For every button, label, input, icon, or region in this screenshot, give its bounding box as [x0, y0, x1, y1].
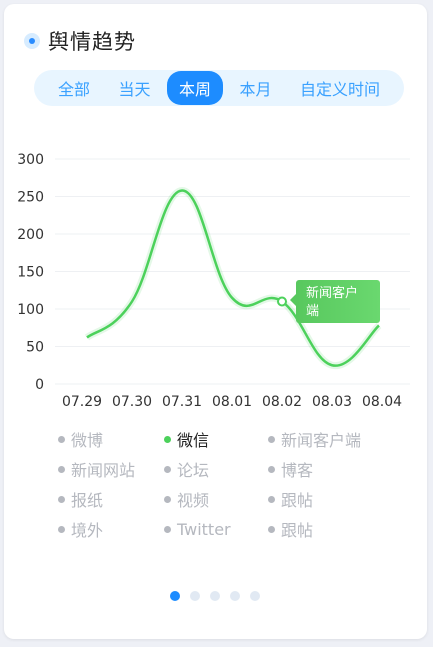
legend-label: 博客 — [281, 461, 314, 480]
x-tick-label: 08.02 — [262, 394, 302, 410]
legend-item-replies[interactable]: 跟帖 — [268, 487, 408, 511]
time-range-tabs: 全部 当天 本周 本月 自定义时间 — [34, 70, 404, 106]
card-header: 舆情趋势 — [24, 26, 136, 56]
legend-label: Twitter — [177, 519, 231, 539]
page-title: 舆情趋势 — [48, 30, 136, 54]
highlighted-point[interactable] — [277, 296, 287, 307]
y-tick-label: 300 — [17, 152, 44, 168]
tab-all[interactable]: 全部 — [46, 71, 102, 105]
page-dot-2[interactable] — [190, 591, 200, 601]
legend-label: 报纸 — [71, 491, 104, 510]
x-tick-label: 07.31 — [162, 394, 202, 410]
tab-custom-time[interactable]: 自定义时间 — [288, 71, 392, 105]
tooltip-value: 138 — [306, 322, 331, 337]
pagination-dots — [170, 591, 260, 601]
legend-label: 微信 — [177, 431, 210, 450]
legend-dot — [164, 435, 171, 443]
legend-dot — [268, 435, 275, 443]
legend-dot — [268, 525, 275, 533]
legend-dot — [164, 495, 171, 503]
chart-tooltip: 新闻客户端 138 — [290, 280, 380, 337]
y-tick-label: 200 — [17, 227, 44, 243]
legend-item-forum[interactable]: 论坛 — [164, 457, 268, 481]
x-tick-label: 08.03 — [312, 394, 352, 410]
chart-series — [84, 186, 382, 369]
legend-dot — [58, 435, 65, 443]
tooltip-title: 新闻客户端 — [306, 286, 359, 319]
y-tick-label: 100 — [17, 302, 44, 318]
legend-item-weibo[interactable]: 微博 — [58, 427, 164, 451]
legend-item-twitter[interactable]: Twitter — [164, 520, 268, 539]
legend-label: 新闻客户端 — [281, 431, 362, 450]
legend-row: 境外 Twitter 跟帖 — [58, 514, 418, 544]
x-tick-label: 08.04 — [362, 394, 402, 410]
legend-item-video[interactable]: 视频 — [164, 487, 268, 511]
y-axis: 300 250 200 150 100 50 0 — [17, 152, 44, 393]
page-dot-1[interactable] — [170, 591, 180, 601]
tab-this-month[interactable]: 本月 — [227, 71, 283, 105]
legend-dot — [58, 525, 65, 533]
legend-dot — [268, 465, 275, 473]
legend-label: 论坛 — [177, 461, 210, 480]
tab-this-week[interactable]: 本周 — [166, 71, 223, 105]
x-tick-label: 08.01 — [212, 394, 252, 410]
legend-item-wechat[interactable]: 微信 — [164, 427, 268, 451]
y-tick-label: 0 — [35, 377, 44, 393]
tab-today[interactable]: 当天 — [106, 71, 162, 105]
y-tick-label: 50 — [26, 340, 44, 356]
page-dot-5[interactable] — [250, 591, 260, 601]
page-dot-4[interactable] — [230, 591, 240, 601]
series-glow — [84, 186, 382, 369]
legend-item-news-site[interactable]: 新闻网站 — [58, 457, 164, 481]
legend-label: 跟帖 — [281, 521, 314, 540]
legend-dot — [58, 495, 65, 503]
legend-label: 视频 — [177, 491, 210, 510]
legend-label: 微博 — [71, 431, 104, 450]
legend-dot — [58, 465, 65, 473]
legend-dot — [164, 525, 171, 533]
chart-legend: 微博 微信 新闻客户端 新闻网站 论坛 博客 报纸 视频 跟帖 境外 Twitt… — [58, 424, 418, 544]
x-tick-label: 07.29 — [62, 394, 102, 410]
legend-item-news-client[interactable]: 新闻客户端 — [268, 427, 408, 451]
legend-item-overseas[interactable]: 境外 — [58, 517, 164, 541]
legend-item-blog[interactable]: 博客 — [268, 457, 408, 481]
legend-item-newspaper[interactable]: 报纸 — [58, 487, 164, 511]
legend-label: 境外 — [71, 521, 104, 540]
x-tick-label: 07.30 — [112, 394, 152, 410]
page-dot-3[interactable] — [210, 591, 220, 601]
series-line-wechat — [86, 189, 380, 367]
title-dot-icon — [24, 33, 40, 49]
y-tick-label: 250 — [17, 190, 44, 206]
legend-row: 报纸 视频 跟帖 — [58, 484, 418, 514]
legend-dot — [268, 495, 275, 503]
legend-row: 新闻网站 论坛 博客 — [58, 454, 418, 484]
x-axis: 07.29 07.30 07.31 08.01 08.02 08.03 08.04 — [62, 394, 402, 410]
legend-label: 跟帖 — [281, 491, 314, 510]
legend-item-replies-2[interactable]: 跟帖 — [268, 517, 408, 541]
legend-label: 新闻网站 — [71, 461, 136, 480]
y-tick-label: 150 — [17, 265, 44, 281]
legend-row: 微博 微信 新闻客户端 — [58, 424, 418, 454]
legend-dot — [164, 465, 171, 473]
